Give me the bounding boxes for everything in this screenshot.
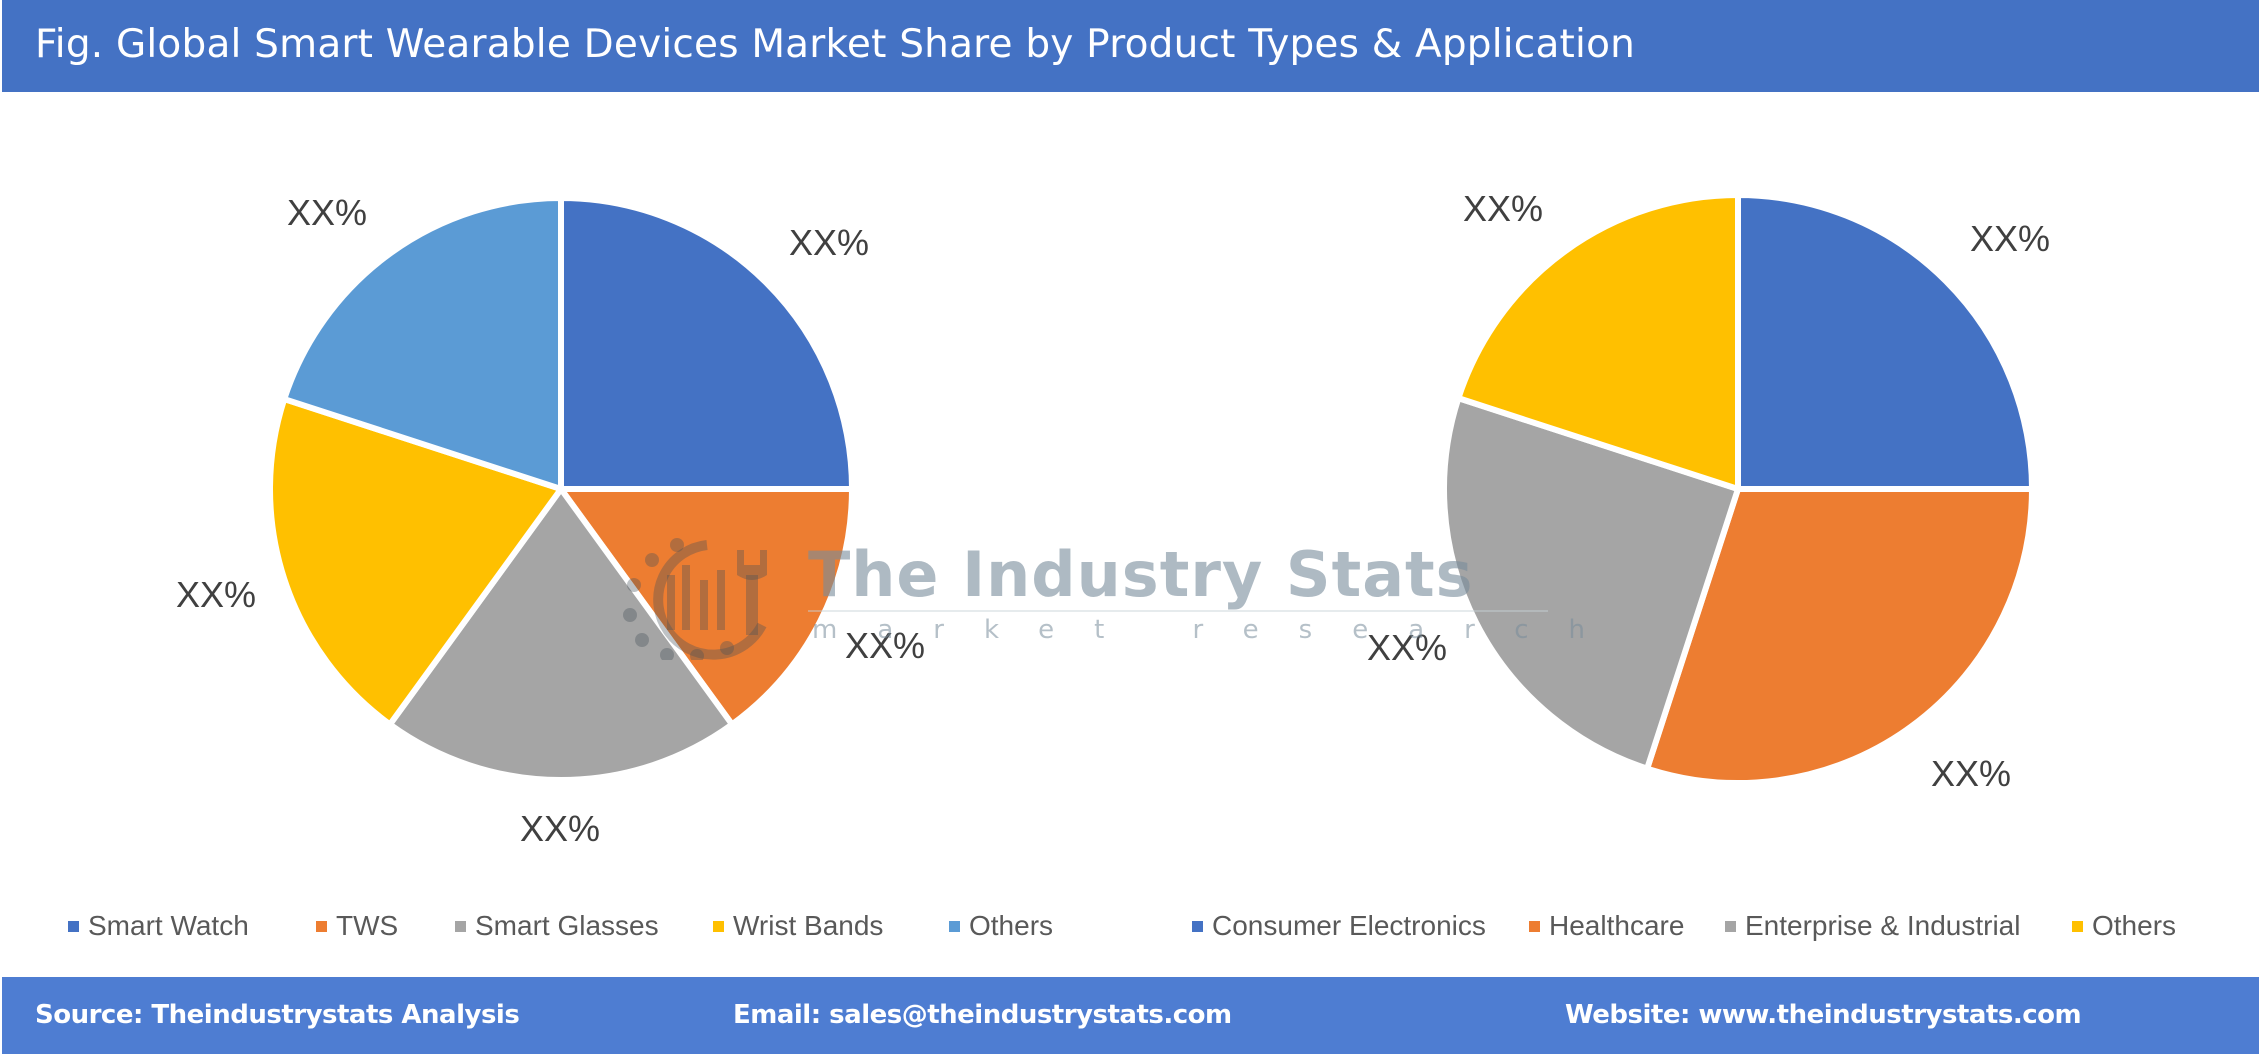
footer-banner: Source: Theindustrystats Analysis Email:…: [2, 977, 2259, 1054]
data-label-wrist-bands: XX%: [176, 574, 256, 615]
data-label-tws: XX%: [845, 625, 925, 666]
pie-chart-application: XX% XX% XX% XX%: [1367, 188, 2050, 794]
legend-label: Consumer Electronics: [1212, 910, 1486, 941]
data-label-healthcare: XX%: [1931, 753, 2011, 794]
chart-title: Fig. Global Smart Wearable Devices Marke…: [35, 22, 1636, 67]
data-label-others: XX%: [1463, 188, 1543, 229]
legend-swatch: [1192, 920, 1203, 932]
chart-area: XX% XX% XX% XX% XX% XX% XX% XX% XX% The Industr…: [0, 92, 2261, 977]
footer-source: Source: Theindustrystats Analysis: [35, 1000, 520, 1030]
footer-email: Email: sales@theindustrystats.com: [733, 1000, 1232, 1030]
pie-charts: XX% XX% XX% XX% XX% XX% XX% XX% XX%: [176, 188, 2050, 849]
legend-swatch: [1529, 920, 1540, 932]
data-label-others: XX%: [287, 192, 367, 233]
header-banner: Fig. Global Smart Wearable Devices Marke…: [2, 0, 2259, 92]
legend-application: Consumer Electronics Healthcare Enterpri…: [0, 906, 2261, 946]
legend-label: Others: [2092, 910, 2177, 941]
legend-item-enterprise-industrial: Enterprise & Industrial: [1725, 906, 2020, 946]
data-label-enterprise-industrial: XX%: [1367, 627, 1447, 668]
data-label-smart-watch: XX%: [789, 222, 869, 263]
data-label-consumer-electronics: XX%: [1970, 218, 2050, 259]
legend-item-consumer-electronics: Consumer Electronics: [1192, 906, 1486, 946]
legend-label: Healthcare: [1549, 910, 1685, 941]
data-label-smart-glasses: XX%: [520, 808, 600, 849]
legend-swatch: [2072, 920, 2083, 932]
pie-chart-product-types: XX% XX% XX% XX% XX%: [176, 192, 925, 849]
legend-item-healthcare: Healthcare: [1529, 906, 1684, 946]
legend-swatch: [1725, 920, 1736, 932]
legend-label: Enterprise & Industrial: [1745, 910, 2021, 941]
footer-website: Website: www.theindustrystats.com: [1565, 1000, 2082, 1030]
legend-item-others: Others: [2072, 906, 2176, 946]
